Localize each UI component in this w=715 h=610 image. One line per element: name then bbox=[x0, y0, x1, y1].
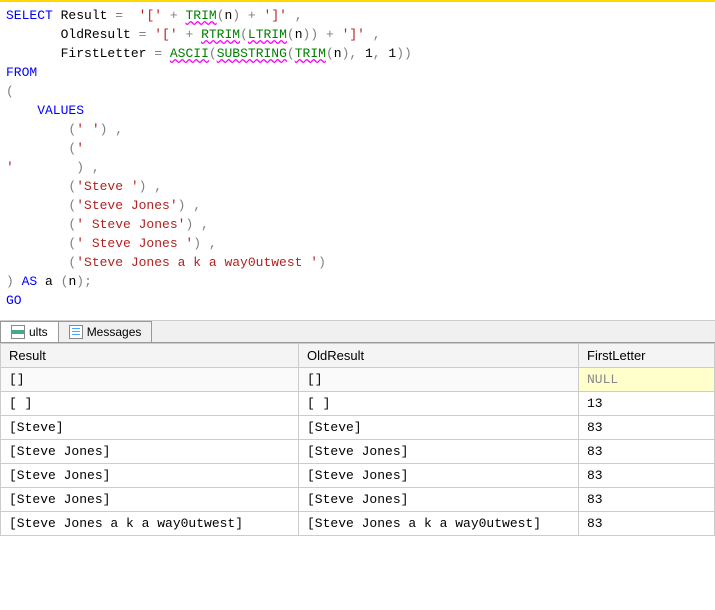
header-oldresult[interactable]: OldResult bbox=[299, 344, 579, 368]
semicolon: ; bbox=[84, 274, 92, 289]
cell-oldresult[interactable]: [ ] bbox=[299, 392, 579, 416]
alias-a: a bbox=[37, 274, 60, 289]
lit-stevejones: 'Steve Jones' bbox=[76, 198, 177, 213]
header-row: Result OldResult FirstLetter bbox=[1, 344, 715, 368]
cell-oldresult[interactable]: [Steve] bbox=[299, 416, 579, 440]
lit-wayoutwest: 'Steve Jones a k a way0utwest ' bbox=[76, 255, 318, 270]
cell-firstletter[interactable]: 83 bbox=[579, 512, 715, 536]
cell-oldresult[interactable]: [Steve Jones] bbox=[299, 440, 579, 464]
grid-icon bbox=[11, 325, 25, 339]
op-plus: + bbox=[162, 8, 185, 23]
num-one: 1 bbox=[357, 46, 373, 61]
tab-messages-label: Messages bbox=[87, 325, 142, 339]
col-result: Result bbox=[53, 8, 115, 23]
cell-firstletter[interactable]: 13 bbox=[579, 392, 715, 416]
table-row[interactable]: [Steve Jones][Steve Jones]83 bbox=[1, 440, 715, 464]
col-firstletter: FirstLetter bbox=[6, 46, 154, 61]
table-row[interactable]: [Steve][Steve]83 bbox=[1, 416, 715, 440]
cell-result[interactable]: [Steve Jones] bbox=[1, 464, 299, 488]
lit-bracket: '[' bbox=[139, 8, 162, 23]
lit-space: ' ' bbox=[76, 122, 99, 137]
fn-ascii: ASCII bbox=[170, 46, 209, 61]
kw-go: GO bbox=[6, 293, 22, 308]
op-eq: = bbox=[115, 8, 123, 23]
table-row[interactable]: [][]NULL bbox=[1, 368, 715, 392]
cell-firstletter[interactable]: 83 bbox=[579, 488, 715, 512]
cell-oldresult[interactable]: [Steve Jones a k a way0utwest] bbox=[299, 512, 579, 536]
cell-oldresult[interactable]: [] bbox=[299, 368, 579, 392]
fn-rtrim: RTRIM bbox=[201, 27, 240, 42]
fn-substring: SUBSTRING bbox=[217, 46, 287, 61]
table-row[interactable]: [Steve Jones][Steve Jones]83 bbox=[1, 488, 715, 512]
cell-firstletter[interactable]: NULL bbox=[579, 368, 715, 392]
cell-result[interactable]: [ ] bbox=[1, 392, 299, 416]
results-tabs: ults Messages bbox=[0, 320, 715, 343]
table-row[interactable]: [Steve Jones][Steve Jones]83 bbox=[1, 464, 715, 488]
cell-firstletter[interactable]: 83 bbox=[579, 464, 715, 488]
header-firstletter[interactable]: FirstLetter bbox=[579, 344, 715, 368]
table-row[interactable]: [Steve Jones a k a way0utwest][Steve Jon… bbox=[1, 512, 715, 536]
kw-as: AS bbox=[14, 274, 37, 289]
cell-result[interactable]: [Steve] bbox=[1, 416, 299, 440]
fn-trim: TRIM bbox=[185, 8, 216, 23]
cell-result[interactable]: [Steve Jones] bbox=[1, 488, 299, 512]
lit-steve: 'Steve ' bbox=[76, 179, 138, 194]
tab-messages[interactable]: Messages bbox=[58, 321, 153, 342]
table-row[interactable]: [ ][ ]13 bbox=[1, 392, 715, 416]
results-grid[interactable]: Result OldResult FirstLetter [][]NULL[ ]… bbox=[0, 343, 715, 536]
cell-oldresult[interactable]: [Steve Jones] bbox=[299, 464, 579, 488]
kw-from: FROM bbox=[6, 65, 37, 80]
kw-select: SELECT bbox=[6, 8, 53, 23]
cell-firstletter[interactable]: 83 bbox=[579, 416, 715, 440]
cell-result[interactable]: [Steve Jones a k a way0utwest] bbox=[1, 512, 299, 536]
messages-icon bbox=[69, 325, 83, 339]
tab-results-label: ults bbox=[29, 325, 48, 339]
col-oldresult: OldResult bbox=[6, 27, 139, 42]
tab-results[interactable]: ults bbox=[0, 321, 59, 342]
cell-result[interactable]: [] bbox=[1, 368, 299, 392]
fn-ltrim: LTRIM bbox=[248, 27, 287, 42]
cell-result[interactable]: [Steve Jones] bbox=[1, 440, 299, 464]
header-result[interactable]: Result bbox=[1, 344, 299, 368]
sql-editor[interactable]: SELECT Result = '[' + TRIM(n) + ']' , Ol… bbox=[0, 0, 715, 314]
cell-oldresult[interactable]: [Steve Jones] bbox=[299, 488, 579, 512]
kw-values: VALUES bbox=[6, 103, 84, 118]
paren-open: ( bbox=[6, 84, 14, 99]
cell-firstletter[interactable]: 83 bbox=[579, 440, 715, 464]
